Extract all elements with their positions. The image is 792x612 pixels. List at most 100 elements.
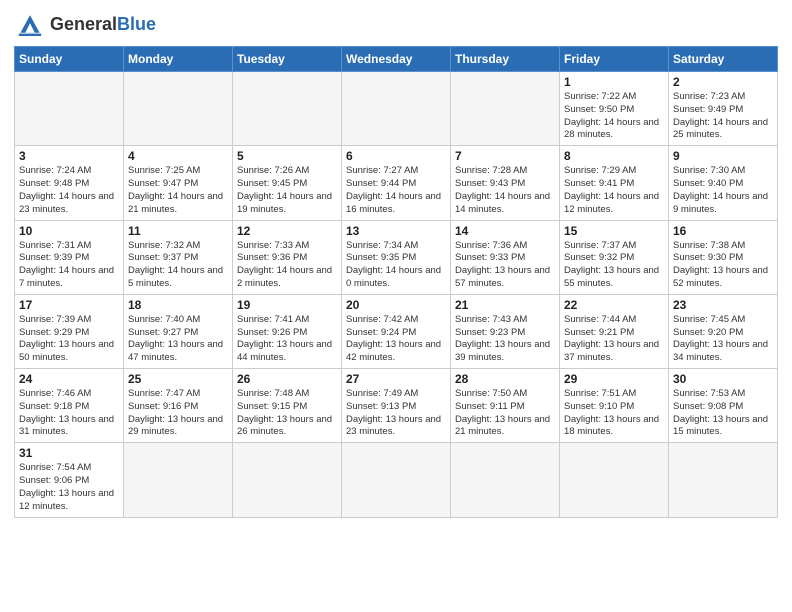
calendar-cell: 13 Sunrise: 7:34 AM Sunset: 9:35 PM Dayli… <box>342 220 451 294</box>
day-info: Sunrise: 7:44 AM Sunset: 9:21 PM Dayligh… <box>564 314 664 365</box>
calendar-cell: 23 Sunrise: 7:45 AM Sunset: 9:20 PM Dayli… <box>669 294 778 368</box>
day-number: 21 <box>455 298 555 312</box>
day-number: 31 <box>19 446 119 460</box>
day-number: 9 <box>673 149 773 163</box>
day-info: Sunrise: 7:26 AM Sunset: 9:45 PM Dayligh… <box>237 165 337 216</box>
day-number: 1 <box>564 75 664 89</box>
day-info: Sunrise: 7:30 AM Sunset: 9:40 PM Dayligh… <box>673 165 773 216</box>
day-number: 6 <box>346 149 446 163</box>
day-number: 12 <box>237 224 337 238</box>
day-info: Sunrise: 7:37 AM Sunset: 9:32 PM Dayligh… <box>564 240 664 291</box>
calendar-cell: 3Sunrise: 7:24 AM Sunset: 9:48 PM Daylig… <box>15 146 124 220</box>
calendar-cell <box>342 72 451 146</box>
day-info: Sunrise: 7:34 AM Sunset: 9:35 PM Dayligh… <box>346 240 446 291</box>
calendar-cell: 31 Sunrise: 7:54 AM Sunset: 9:06 PM Dayli… <box>15 443 124 517</box>
calendar-cell: 6 Sunrise: 7:27 AM Sunset: 9:44 PM Daylig… <box>342 146 451 220</box>
day-number: 17 <box>19 298 119 312</box>
calendar-cell: 1 Sunrise: 7:22 AM Sunset: 9:50 PM Daylig… <box>560 72 669 146</box>
day-number: 5 <box>237 149 337 163</box>
calendar-cell <box>233 72 342 146</box>
day-number: 15 <box>564 224 664 238</box>
day-info: Sunrise: 7:48 AM Sunset: 9:15 PM Dayligh… <box>237 388 337 439</box>
calendar-cell: 14Sunrise: 7:36 AM Sunset: 9:33 PM Dayli… <box>451 220 560 294</box>
day-number: 13 <box>346 224 446 238</box>
day-number: 19 <box>237 298 337 312</box>
day-info: Sunrise: 7:29 AM Sunset: 9:41 PM Dayligh… <box>564 165 664 216</box>
day-info: Sunrise: 7:50 AM Sunset: 9:11 PM Dayligh… <box>455 388 555 439</box>
calendar-week-row: 3Sunrise: 7:24 AM Sunset: 9:48 PM Daylig… <box>15 146 778 220</box>
day-number: 20 <box>346 298 446 312</box>
day-number: 18 <box>128 298 228 312</box>
calendar-cell: 17 Sunrise: 7:39 AM Sunset: 9:29 PM Dayli… <box>15 294 124 368</box>
day-number: 16 <box>673 224 773 238</box>
calendar-cell <box>451 72 560 146</box>
calendar-cell: 30 Sunrise: 7:53 AM Sunset: 9:08 PM Dayli… <box>669 369 778 443</box>
calendar-cell: 29Sunrise: 7:51 AM Sunset: 9:10 PM Dayli… <box>560 369 669 443</box>
calendar-week-row: 31 Sunrise: 7:54 AM Sunset: 9:06 PM Dayli… <box>15 443 778 517</box>
weekday-header-row: SundayMondayTuesdayWednesdayThursdayFrid… <box>15 47 778 72</box>
calendar-cell: 5 Sunrise: 7:26 AM Sunset: 9:45 PM Daylig… <box>233 146 342 220</box>
day-info: Sunrise: 7:45 AM Sunset: 9:20 PM Dayligh… <box>673 314 773 365</box>
weekday-header-saturday: Saturday <box>669 47 778 72</box>
day-info: Sunrise: 7:43 AM Sunset: 9:23 PM Dayligh… <box>455 314 555 365</box>
calendar-cell <box>451 443 560 517</box>
day-number: 29 <box>564 372 664 386</box>
day-number: 23 <box>673 298 773 312</box>
calendar-cell: 19 Sunrise: 7:41 AM Sunset: 9:26 PM Dayli… <box>233 294 342 368</box>
day-number: 8 <box>564 149 664 163</box>
calendar-cell: 28 Sunrise: 7:50 AM Sunset: 9:11 PM Dayli… <box>451 369 560 443</box>
day-info: Sunrise: 7:39 AM Sunset: 9:29 PM Dayligh… <box>19 314 119 365</box>
day-info: Sunrise: 7:46 AM Sunset: 9:18 PM Dayligh… <box>19 388 119 439</box>
day-number: 10 <box>19 224 119 238</box>
calendar-cell <box>124 443 233 517</box>
calendar-cell <box>124 72 233 146</box>
day-number: 30 <box>673 372 773 386</box>
day-info: Sunrise: 7:25 AM Sunset: 9:47 PM Dayligh… <box>128 165 228 216</box>
calendar-cell: 25 Sunrise: 7:47 AM Sunset: 9:16 PM Dayli… <box>124 369 233 443</box>
calendar-cell <box>15 72 124 146</box>
day-info: Sunrise: 7:41 AM Sunset: 9:26 PM Dayligh… <box>237 314 337 365</box>
day-info: Sunrise: 7:31 AM Sunset: 9:39 PM Dayligh… <box>19 240 119 291</box>
day-info: Sunrise: 7:38 AM Sunset: 9:30 PM Dayligh… <box>673 240 773 291</box>
calendar-week-row: 1 Sunrise: 7:22 AM Sunset: 9:50 PM Daylig… <box>15 72 778 146</box>
day-number: 14 <box>455 224 555 238</box>
day-info: Sunrise: 7:40 AM Sunset: 9:27 PM Dayligh… <box>128 314 228 365</box>
weekday-header-tuesday: Tuesday <box>233 47 342 72</box>
day-info: Sunrise: 7:27 AM Sunset: 9:44 PM Dayligh… <box>346 165 446 216</box>
weekday-header-wednesday: Wednesday <box>342 47 451 72</box>
day-info: Sunrise: 7:53 AM Sunset: 9:08 PM Dayligh… <box>673 388 773 439</box>
logo: GeneralBlue <box>14 10 156 38</box>
calendar-cell: 20Sunrise: 7:42 AM Sunset: 9:24 PM Dayli… <box>342 294 451 368</box>
calendar-week-row: 24Sunrise: 7:46 AM Sunset: 9:18 PM Dayli… <box>15 369 778 443</box>
weekday-header-friday: Friday <box>560 47 669 72</box>
page-header: GeneralBlue <box>14 10 778 38</box>
calendar-cell: 7 Sunrise: 7:28 AM Sunset: 9:43 PM Daylig… <box>451 146 560 220</box>
calendar-cell: 9 Sunrise: 7:30 AM Sunset: 9:40 PM Daylig… <box>669 146 778 220</box>
day-number: 7 <box>455 149 555 163</box>
day-number: 28 <box>455 372 555 386</box>
calendar-cell: 24Sunrise: 7:46 AM Sunset: 9:18 PM Dayli… <box>15 369 124 443</box>
day-info: Sunrise: 7:54 AM Sunset: 9:06 PM Dayligh… <box>19 462 119 513</box>
calendar-cell: 11Sunrise: 7:32 AM Sunset: 9:37 PM Dayli… <box>124 220 233 294</box>
day-number: 25 <box>128 372 228 386</box>
calendar-cell: 27Sunrise: 7:49 AM Sunset: 9:13 PM Dayli… <box>342 369 451 443</box>
day-info: Sunrise: 7:28 AM Sunset: 9:43 PM Dayligh… <box>455 165 555 216</box>
day-info: Sunrise: 7:47 AM Sunset: 9:16 PM Dayligh… <box>128 388 228 439</box>
calendar-cell: 12Sunrise: 7:33 AM Sunset: 9:36 PM Dayli… <box>233 220 342 294</box>
calendar-cell: 26Sunrise: 7:48 AM Sunset: 9:15 PM Dayli… <box>233 369 342 443</box>
day-info: Sunrise: 7:22 AM Sunset: 9:50 PM Dayligh… <box>564 91 664 142</box>
day-info: Sunrise: 7:23 AM Sunset: 9:49 PM Dayligh… <box>673 91 773 142</box>
day-info: Sunrise: 7:49 AM Sunset: 9:13 PM Dayligh… <box>346 388 446 439</box>
day-number: 4 <box>128 149 228 163</box>
calendar-cell <box>560 443 669 517</box>
day-number: 11 <box>128 224 228 238</box>
calendar-cell <box>233 443 342 517</box>
calendar-cell: 10 Sunrise: 7:31 AM Sunset: 9:39 PM Dayli… <box>15 220 124 294</box>
calendar-cell: 21 Sunrise: 7:43 AM Sunset: 9:23 PM Dayli… <box>451 294 560 368</box>
calendar-cell: 2 Sunrise: 7:23 AM Sunset: 9:49 PM Daylig… <box>669 72 778 146</box>
day-number: 2 <box>673 75 773 89</box>
calendar-cell: 18 Sunrise: 7:40 AM Sunset: 9:27 PM Dayli… <box>124 294 233 368</box>
calendar-cell: 16 Sunrise: 7:38 AM Sunset: 9:30 PM Dayli… <box>669 220 778 294</box>
day-info: Sunrise: 7:24 AM Sunset: 9:48 PM Dayligh… <box>19 165 119 216</box>
calendar-cell <box>342 443 451 517</box>
